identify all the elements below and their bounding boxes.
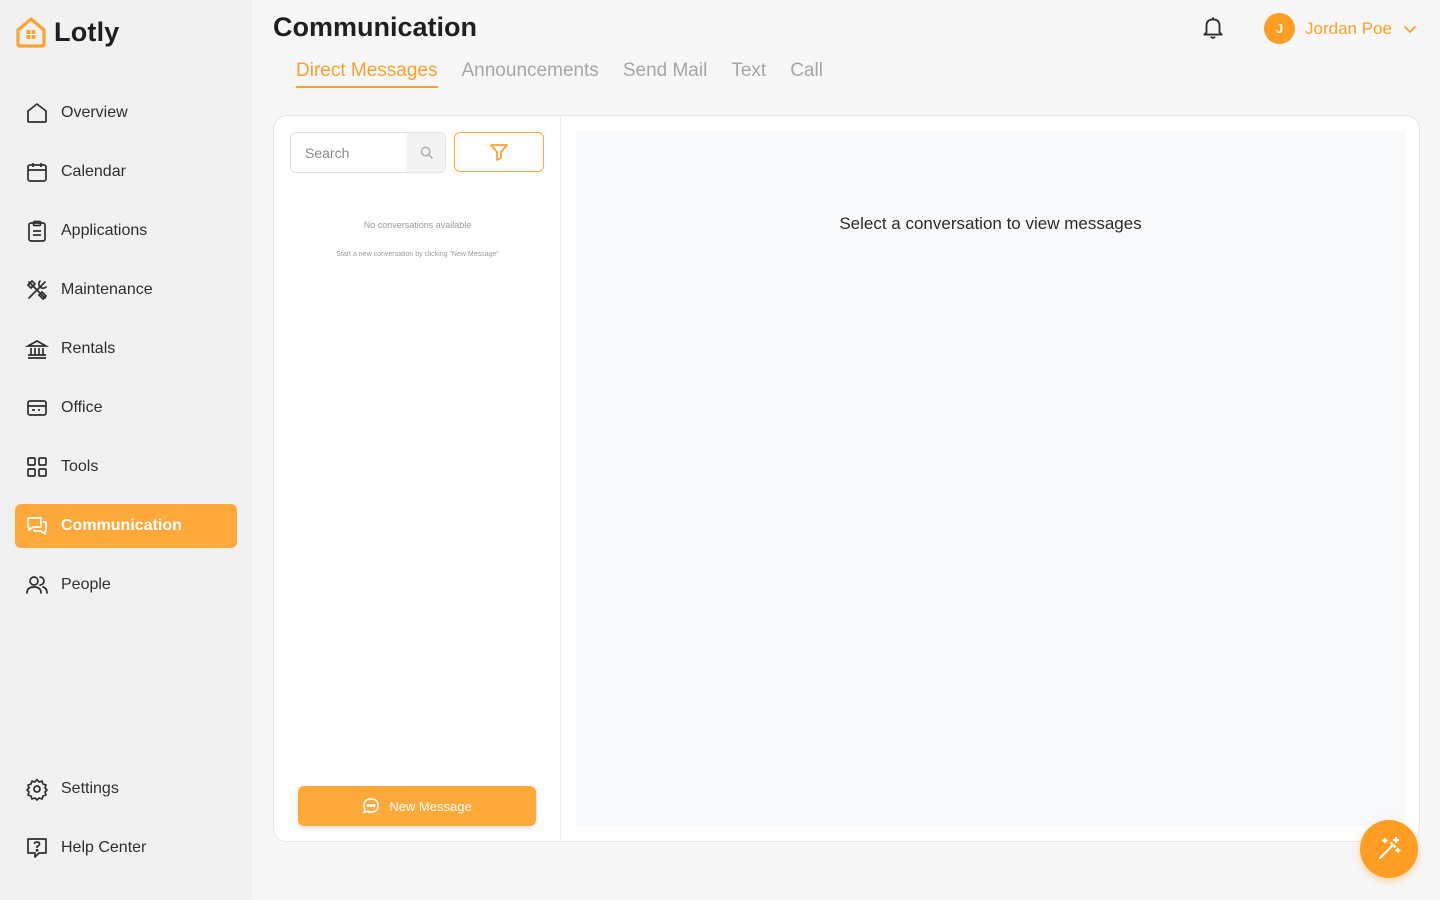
calendar-icon <box>27 163 47 182</box>
filter-button[interactable] <box>454 132 544 172</box>
empty-state-subtitle: Start a new conversation by clicking "Ne… <box>336 251 499 258</box>
brand-name: Lotly <box>54 16 120 47</box>
filter-icon <box>490 144 508 161</box>
grid-icon <box>27 457 47 477</box>
user-name: Jordan Poe <box>1305 18 1392 38</box>
avatar: J <box>1264 13 1295 44</box>
sidebar-item-people[interactable]: People <box>15 563 237 607</box>
clipboard-icon <box>28 220 46 242</box>
tab-announcements[interactable]: Announcements <box>462 60 599 88</box>
page-title: Communication <box>273 12 478 42</box>
messages-card: No conversations available Start a new c… <box>273 115 1420 842</box>
chevron-down-icon <box>1404 25 1416 33</box>
house-logo-icon <box>16 17 46 48</box>
user-menu[interactable]: J Jordan Poe <box>1264 13 1418 44</box>
sidebar-item-label: Rentals <box>61 340 116 357</box>
sidebar-item-maintenance[interactable]: Maintenance <box>15 268 237 312</box>
sidebar-item-label: Tools <box>61 458 99 475</box>
help-icon <box>27 838 47 858</box>
message-view-pane: Select a conversation to view messages <box>576 131 1405 826</box>
empty-state-title: No conversations available <box>363 220 472 230</box>
notification-bell-icon[interactable] <box>1200 14 1226 40</box>
search-button[interactable] <box>407 133 445 172</box>
tab-text[interactable]: Text <box>731 60 766 88</box>
new-message-button[interactable]: New Message <box>298 786 536 826</box>
magic-wand-icon <box>1378 836 1401 860</box>
message-view-placeholder: Select a conversation to view messages <box>839 214 1142 233</box>
new-message-label: New Message <box>389 798 472 814</box>
search-icon <box>420 146 433 159</box>
sidebar-item-overview[interactable]: Overview <box>15 91 237 135</box>
sidebar-item-tools[interactable]: Tools <box>15 445 237 489</box>
sidebar-item-label: People <box>61 576 111 593</box>
office-icon <box>27 400 47 416</box>
people-icon <box>26 576 48 594</box>
tools-icon <box>26 279 48 301</box>
sidebar-item-label: Office <box>61 399 103 416</box>
sidebar-item-help-center[interactable]: Help Center <box>15 826 237 870</box>
sidebar: Lotly Overview Calendar Applications Mai… <box>0 0 252 900</box>
sidebar-item-label: Settings <box>61 780 119 797</box>
magic-wand-button[interactable] <box>1360 820 1418 878</box>
sidebar-item-settings[interactable]: Settings <box>15 767 237 811</box>
chat-bubble-icon <box>363 798 380 814</box>
brand-logo[interactable]: Lotly <box>14 14 120 50</box>
sidebar-item-label: Overview <box>61 104 128 121</box>
sidebar-item-label: Communication <box>61 517 182 534</box>
tab-direct-messages[interactable]: Direct Messages <box>296 60 438 88</box>
tab-bar: Direct Messages Announcements Send Mail … <box>296 60 823 88</box>
bank-icon <box>25 340 49 359</box>
home-icon <box>27 103 47 123</box>
tab-call[interactable]: Call <box>790 60 823 88</box>
chat-icon <box>27 517 47 535</box>
search-input[interactable] <box>291 133 407 172</box>
tab-send-mail[interactable]: Send Mail <box>623 60 708 88</box>
sidebar-item-label: Calendar <box>61 163 126 180</box>
sidebar-item-calendar[interactable]: Calendar <box>15 150 237 194</box>
search-box <box>290 132 446 173</box>
sidebar-item-label: Help Center <box>61 839 147 856</box>
sidebar-item-rentals[interactable]: Rentals <box>15 327 237 371</box>
conversation-list-pane: No conversations available Start a new c… <box>274 116 561 841</box>
sidebar-item-label: Maintenance <box>61 281 153 298</box>
sidebar-item-office[interactable]: Office <box>15 386 237 430</box>
sidebar-item-applications[interactable]: Applications <box>15 209 237 253</box>
gear-icon <box>26 778 48 801</box>
sidebar-item-communication[interactable]: Communication <box>15 504 237 548</box>
sidebar-item-label: Applications <box>61 222 148 239</box>
